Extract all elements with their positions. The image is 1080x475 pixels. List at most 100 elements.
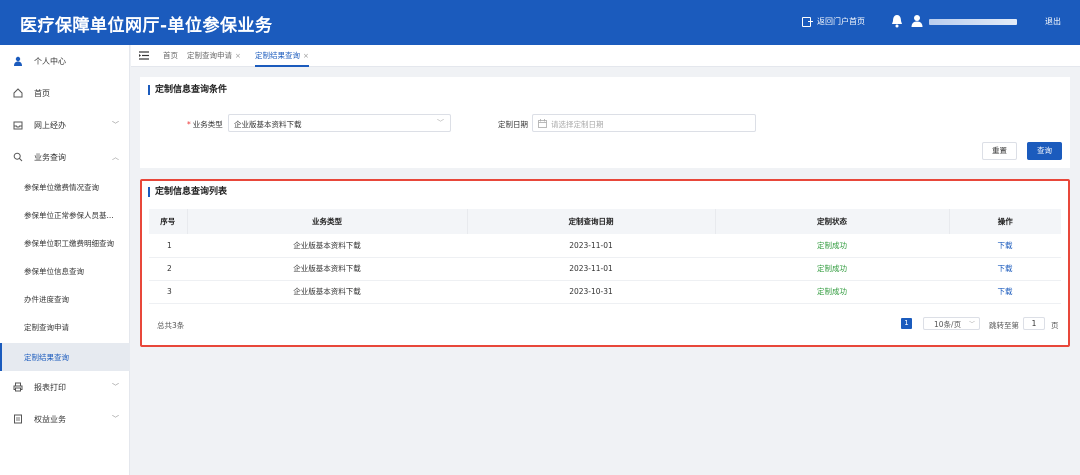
tab-custom-apply[interactable]: 定制查询申请 × bbox=[187, 45, 241, 67]
logout-button[interactable]: 退出 bbox=[1045, 16, 1061, 27]
cell-type: 企业版基本资料下载 bbox=[187, 257, 467, 281]
business-type-value: 企业版基本资料下载 bbox=[234, 120, 302, 129]
sidebar-subitem-staff[interactable]: 参保单位正常参保人员基... bbox=[0, 201, 130, 229]
download-link[interactable]: 下载 bbox=[949, 280, 1061, 304]
column-header-no: 序号 bbox=[149, 209, 188, 234]
cell-status: 定制成功 bbox=[715, 257, 949, 281]
tab-label: 首页 bbox=[163, 51, 178, 60]
sidebar-item-report[interactable]: 报表打印 ﹀ bbox=[0, 373, 130, 401]
filter-panel-title: 定制信息查询条件 bbox=[148, 85, 227, 95]
table-row: 3 企业版基本资料下载 2023-10-31 定制成功 下载 bbox=[149, 280, 1061, 304]
sidebar-subitem-payment-detail[interactable]: 参保单位职工缴费明细查询 bbox=[0, 229, 130, 257]
close-icon[interactable]: × bbox=[235, 52, 241, 60]
sidebar-item-label: 网上经办 bbox=[34, 120, 66, 130]
page-number-current[interactable]: 1 bbox=[901, 318, 912, 329]
sidebar-item-label: 报表打印 bbox=[34, 382, 66, 392]
sidebar-item-label: 首页 bbox=[34, 88, 50, 98]
user-name-redacted bbox=[929, 19, 1017, 25]
sidebar-item-label: 权益业务 bbox=[34, 414, 66, 424]
chevron-down-icon: ﹀ bbox=[437, 119, 444, 127]
sidebar-item-home[interactable]: 首页 bbox=[0, 79, 130, 107]
calendar-icon bbox=[538, 119, 547, 128]
top-header: 医疗保障单位网厅-单位参保业务 返回门户首页 退出 bbox=[0, 0, 1080, 45]
download-link[interactable]: 下载 bbox=[949, 257, 1061, 281]
return-portal-link[interactable]: 返回门户首页 bbox=[802, 16, 865, 27]
chevron-down-icon: ﹀ bbox=[112, 121, 119, 129]
menu-toggle-icon[interactable] bbox=[139, 51, 149, 60]
cell-date: 2023-11-01 bbox=[467, 257, 715, 281]
sidebar-subitem-custom-apply[interactable]: 定制查询申请 bbox=[0, 313, 130, 341]
cell-date: 2023-11-01 bbox=[467, 234, 715, 258]
sidebar-subitem-payment[interactable]: 参保单位缴费情况查询 bbox=[0, 173, 130, 201]
cell-date: 2023-10-31 bbox=[467, 280, 715, 304]
jump-label: 跳转至第 bbox=[989, 321, 1019, 330]
sidebar-subitem-label: 参保单位正常参保人员基... bbox=[24, 210, 114, 220]
business-type-label: * 业务类型 bbox=[187, 119, 223, 130]
column-header-action: 操作 bbox=[949, 209, 1061, 234]
sidebar-item-personal[interactable]: 个人中心 bbox=[0, 47, 130, 75]
sidebar-subitem-label: 参保单位信息查询 bbox=[24, 266, 84, 276]
app-title: 医疗保障单位网厅-单位参保业务 bbox=[20, 16, 273, 36]
column-header-date: 定制查询日期 bbox=[467, 209, 716, 234]
date-label: 定制日期 bbox=[498, 120, 528, 129]
sidebar-subitem-label: 参保单位职工缴费明细查询 bbox=[24, 238, 114, 248]
chevron-down-icon: ﹀ bbox=[968, 321, 975, 328]
chevron-up-icon: ︿ bbox=[112, 153, 119, 161]
page-size-value: 10条/页 bbox=[934, 320, 962, 329]
sidebar-item-label: 业务查询 bbox=[34, 152, 66, 162]
printer-icon bbox=[13, 382, 23, 392]
document-icon bbox=[14, 414, 22, 424]
chevron-down-icon: ﹀ bbox=[112, 383, 119, 391]
list-panel-title: 定制信息查询列表 bbox=[148, 187, 227, 197]
cell-status: 定制成功 bbox=[715, 234, 949, 258]
sidebar-item-online[interactable]: 网上经办 ﹀ bbox=[0, 111, 130, 139]
user-icon[interactable] bbox=[911, 14, 923, 27]
reset-button[interactable]: 重置 bbox=[982, 142, 1017, 160]
cell-type: 企业版基本资料下载 bbox=[187, 280, 467, 304]
return-portal-label: 返回门户首页 bbox=[817, 17, 865, 26]
query-button[interactable]: 查询 bbox=[1027, 142, 1062, 160]
home-icon bbox=[13, 88, 23, 98]
jump-page-input[interactable]: 1 bbox=[1023, 317, 1045, 330]
bell-icon[interactable] bbox=[891, 14, 903, 28]
person-icon bbox=[14, 56, 22, 66]
download-link[interactable]: 下载 bbox=[949, 234, 1061, 258]
tab-custom-result[interactable]: 定制结果查询 × bbox=[255, 45, 309, 67]
column-header-type: 业务类型 bbox=[187, 209, 468, 234]
close-icon[interactable]: × bbox=[303, 52, 309, 60]
sidebar-item-business[interactable]: 业务查询 ︿ bbox=[0, 143, 130, 171]
tab-home[interactable]: 首页 bbox=[163, 45, 178, 67]
sidebar: 个人中心 首页 网上经办 ﹀ 业务查询 ︿ 参保单位缴费情况查询 参保单位正常参… bbox=[0, 45, 130, 475]
sidebar-subitem-label: 定制查询申请 bbox=[24, 322, 69, 332]
sidebar-subitem-label: 参保单位缴费情况查询 bbox=[24, 182, 99, 192]
table-row: 1 企业版基本资料下载 2023-11-01 定制成功 下载 bbox=[149, 234, 1061, 258]
tab-label: 定制查询申请 bbox=[187, 51, 232, 60]
sidebar-subitem-unit-info[interactable]: 参保单位信息查询 bbox=[0, 257, 130, 285]
chevron-down-icon: ﹀ bbox=[112, 415, 119, 423]
exit-icon bbox=[802, 16, 813, 27]
business-type-select[interactable]: 企业版基本资料下载 ﹀ bbox=[228, 114, 451, 132]
search-icon bbox=[13, 152, 23, 162]
cell-no: 1 bbox=[149, 234, 187, 258]
cell-no: 2 bbox=[149, 257, 187, 281]
result-list-panel: 定制信息查询列表 序号 业务类型 定制查询日期 定制状态 操作 1 企业版基本资… bbox=[140, 179, 1070, 347]
column-header-status: 定制状态 bbox=[715, 209, 950, 234]
date-placeholder: 请选择定制日期 bbox=[551, 120, 604, 129]
sidebar-item-rights[interactable]: 权益业务 ﹀ bbox=[0, 405, 130, 433]
result-table: 序号 业务类型 定制查询日期 定制状态 操作 1 企业版基本资料下载 2023-… bbox=[149, 209, 1061, 304]
sidebar-subitem-label: 办件进度查询 bbox=[24, 294, 69, 304]
table-row: 2 企业版基本资料下载 2023-11-01 定制成功 下载 bbox=[149, 257, 1061, 281]
sidebar-item-label: 个人中心 bbox=[34, 56, 66, 66]
cell-type: 企业版基本资料下载 bbox=[187, 234, 467, 258]
page-size-select[interactable]: 10条/页 ﹀ bbox=[923, 317, 980, 330]
inbox-icon bbox=[13, 121, 23, 130]
sidebar-subitem-progress[interactable]: 办件进度查询 bbox=[0, 285, 130, 313]
table-header-row: 序号 业务类型 定制查询日期 定制状态 操作 bbox=[149, 209, 1061, 234]
cell-no: 3 bbox=[149, 280, 187, 304]
date-picker-input[interactable]: 请选择定制日期 bbox=[532, 114, 756, 132]
filter-panel: 定制信息查询条件 * 业务类型 企业版基本资料下载 ﹀ 定制日期 请选择定制日期 … bbox=[140, 77, 1070, 168]
required-mark: * bbox=[187, 120, 191, 129]
jump-unit: 页 bbox=[1051, 321, 1059, 330]
tab-label: 定制结果查询 bbox=[255, 51, 300, 60]
sidebar-subitem-custom-result[interactable]: 定制结果查询 bbox=[0, 343, 130, 371]
